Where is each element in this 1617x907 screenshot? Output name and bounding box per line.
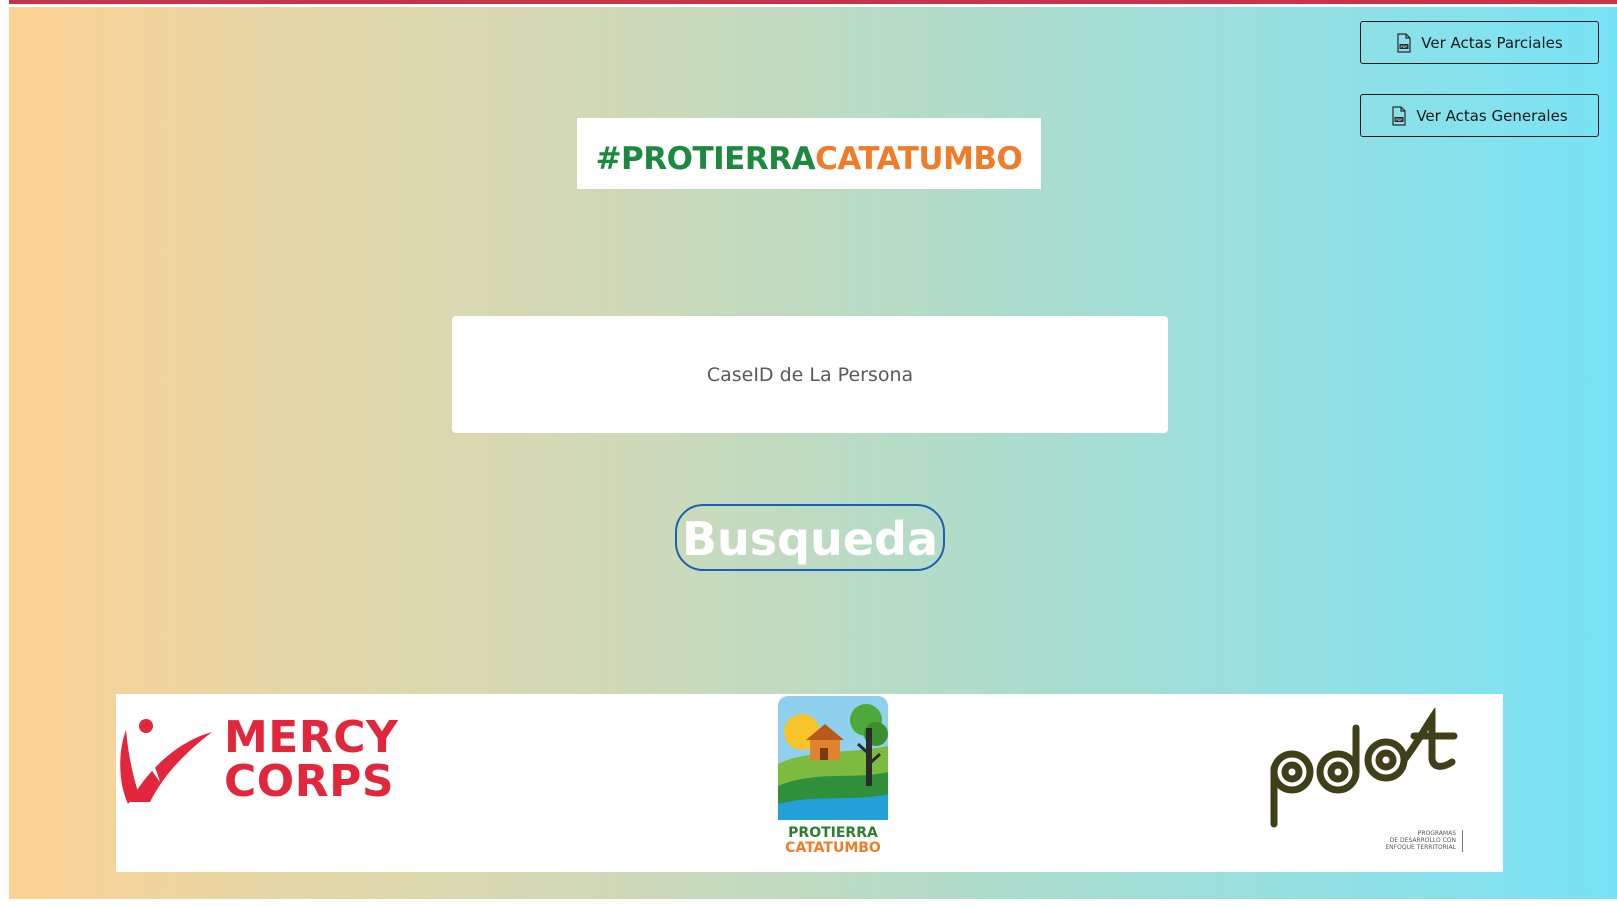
mercy-corps-line2: CORPS [224, 756, 395, 807]
mercy-corps-figure-icon [120, 719, 212, 804]
left-margin [0, 0, 9, 907]
protierra-hashtag-banner: #PROTIERRA CATATUMBO [577, 118, 1041, 189]
pdet-divider [1462, 830, 1463, 852]
landscape-house-icon [778, 696, 888, 820]
protierra-catatumbo-logo: PROTIERRA CATATUMBO [776, 694, 890, 872]
caseid-search-input[interactable] [452, 316, 1168, 433]
pdet-caption: PROGRAMAS DE DESARROLLO CON ENFOQUE TERR… [1346, 830, 1456, 851]
pdet-caption-line3: ENFOQUE TERRITORIAL [1385, 844, 1456, 851]
svg-text:PDF: PDF [1396, 118, 1403, 122]
ver-actas-parciales-label: Ver Actas Parciales [1421, 33, 1563, 52]
protierra-logo-line2: CATATUMBO [785, 840, 881, 856]
busqueda-label: Busqueda [681, 512, 939, 566]
ver-actas-generales-button[interactable]: PDF Ver Actas Generales [1360, 94, 1599, 137]
bottom-margin [0, 899, 1617, 907]
ver-actas-generales-label: Ver Actas Generales [1416, 106, 1568, 125]
hashtag-prefix: #PROTIERRA [595, 140, 816, 177]
hashtag-suffix: CATATUMBO [815, 140, 1023, 177]
mercy-corps-line1: MERCY [224, 712, 399, 763]
busqueda-button[interactable]: Busqueda [675, 504, 945, 571]
pdet-spiral-wordmark-icon [1270, 708, 1458, 828]
pdet-logo: PROGRAMAS DE DESARROLLO CON ENFOQUE TERR… [1264, 708, 1474, 858]
svg-text:PDF: PDF [1401, 45, 1408, 49]
protierra-logo-line1: PROTIERRA [788, 825, 878, 841]
top-accent-line [0, 0, 1617, 4]
pdet-caption-line1: PROGRAMAS [1417, 830, 1456, 837]
mercy-corps-logo: MERCY CORPS [116, 712, 416, 812]
ver-actas-parciales-button[interactable]: PDF Ver Actas Parciales [1360, 21, 1599, 64]
pdet-caption-line2: DE DESARROLLO CON [1389, 837, 1456, 844]
pdf-file-icon: PDF [1392, 105, 1406, 126]
sponsor-logos-strip: MERCY CORPS PROTIERRA CATATUMBO PROGRAMA… [116, 694, 1503, 872]
pdf-file-icon: PDF [1397, 32, 1411, 53]
